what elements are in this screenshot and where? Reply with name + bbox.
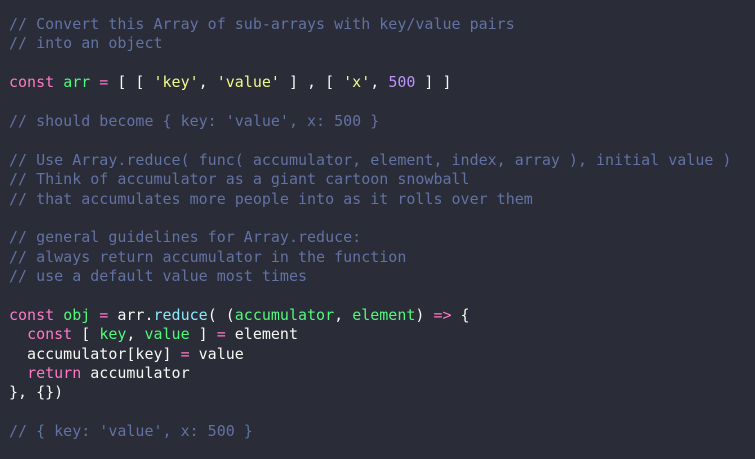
code-token-comment: // { key: 'value', x: 500 } <box>9 422 253 441</box>
code-token-punc: , <box>334 305 353 324</box>
code-token-var: obj <box>63 305 91 324</box>
code-token-keyword: const <box>9 305 64 324</box>
code-token-param: element <box>352 305 416 324</box>
code-line: // general guidelines for Array.reduce: <box>9 228 755 247</box>
code-token-punc: [ [ <box>117 73 154 92</box>
code-editor[interactable]: // Convert this Array of sub-arrays with… <box>0 0 755 459</box>
code-token-punc: ( ( <box>207 305 235 324</box>
code-token-plain: accumulator[key] <box>9 344 181 363</box>
code-line: // { key: 'value', x: 500 } <box>9 422 755 441</box>
code-token-punc: }, {}) <box>9 383 64 402</box>
code-token-var: value <box>144 325 190 344</box>
code-token-punc: , <box>370 73 389 92</box>
code-token-plain: element <box>225 325 298 344</box>
code-token-string: 'key' <box>153 73 199 92</box>
code-token-op: = <box>90 73 118 92</box>
code-line: }, {}) <box>9 383 755 402</box>
code-token-punc: { <box>451 305 470 324</box>
code-token-punc: ] , [ <box>279 73 344 92</box>
code-token-number: 500 <box>388 73 416 92</box>
code-token-var: arr <box>63 73 91 92</box>
code-token-punc: ) <box>415 305 434 324</box>
code-token-keyword: const <box>9 73 64 92</box>
code-token-comment: // always return accumulator in the func… <box>9 247 407 266</box>
code-token-var: key <box>99 325 127 344</box>
code-token-plain: value <box>189 344 244 363</box>
code-token-punc: ] <box>189 325 217 344</box>
code-token-keyword: const <box>27 325 82 344</box>
code-token-punc: ] ] <box>415 73 452 92</box>
code-token-keyword: return <box>27 364 82 383</box>
code-token-method: reduce <box>153 305 208 324</box>
code-line: // that accumulates more people into as … <box>9 190 755 209</box>
code-line: // Convert this Array of sub-arrays with… <box>9 15 755 34</box>
code-line: // use a default value most times <box>9 267 755 286</box>
code-token-comment: // into an object <box>9 34 163 53</box>
code-token-op: = <box>90 305 118 324</box>
code-line: const [ key, value ] = element <box>9 325 755 344</box>
code-line: accumulator[key] = value <box>9 345 755 364</box>
code-token-comment: // Think of accumulator as a giant carto… <box>9 170 470 189</box>
code-token-op: = <box>180 344 190 363</box>
code-token-param: accumulator <box>234 305 335 324</box>
code-line: const arr = [ [ 'key', 'value' ] , [ 'x'… <box>9 73 755 92</box>
code-line: // Use Array.reduce( func( accumulator, … <box>9 151 755 170</box>
code-token-punc: [ <box>81 325 100 344</box>
code-line: // should become { key: 'value', x: 500 … <box>9 112 755 131</box>
code-block: // Convert this Array of sub-arrays with… <box>9 15 755 442</box>
code-token-comment: // that accumulates more people into as … <box>9 189 533 208</box>
code-token-string: 'value' <box>216 73 280 92</box>
code-token-string: 'x' <box>343 73 371 92</box>
code-token-comment: // should become { key: 'value', x: 500 … <box>9 111 380 130</box>
code-token-plain: arr. <box>117 305 154 324</box>
code-token-comment: // use a default value most times <box>9 267 308 286</box>
code-token-plain: accumulator <box>81 364 190 383</box>
code-line: // Think of accumulator as a giant carto… <box>9 170 755 189</box>
code-line: const obj = arr.reduce( (accumulator, el… <box>9 306 755 325</box>
code-token-punc: , <box>198 73 217 92</box>
code-token-punc: , <box>126 325 145 344</box>
code-line: return accumulator <box>9 364 755 383</box>
code-token-op: = <box>216 325 226 344</box>
code-token-comment: // general guidelines for Array.reduce: <box>9 228 362 247</box>
code-token-comment: // Use Array.reduce( func( accumulator, … <box>9 150 732 169</box>
code-token-comment: // Convert this Array of sub-arrays with… <box>9 15 515 33</box>
code-line: // into an object <box>9 34 755 53</box>
code-line: // always return accumulator in the func… <box>9 248 755 267</box>
code-token-op: => <box>433 305 452 324</box>
